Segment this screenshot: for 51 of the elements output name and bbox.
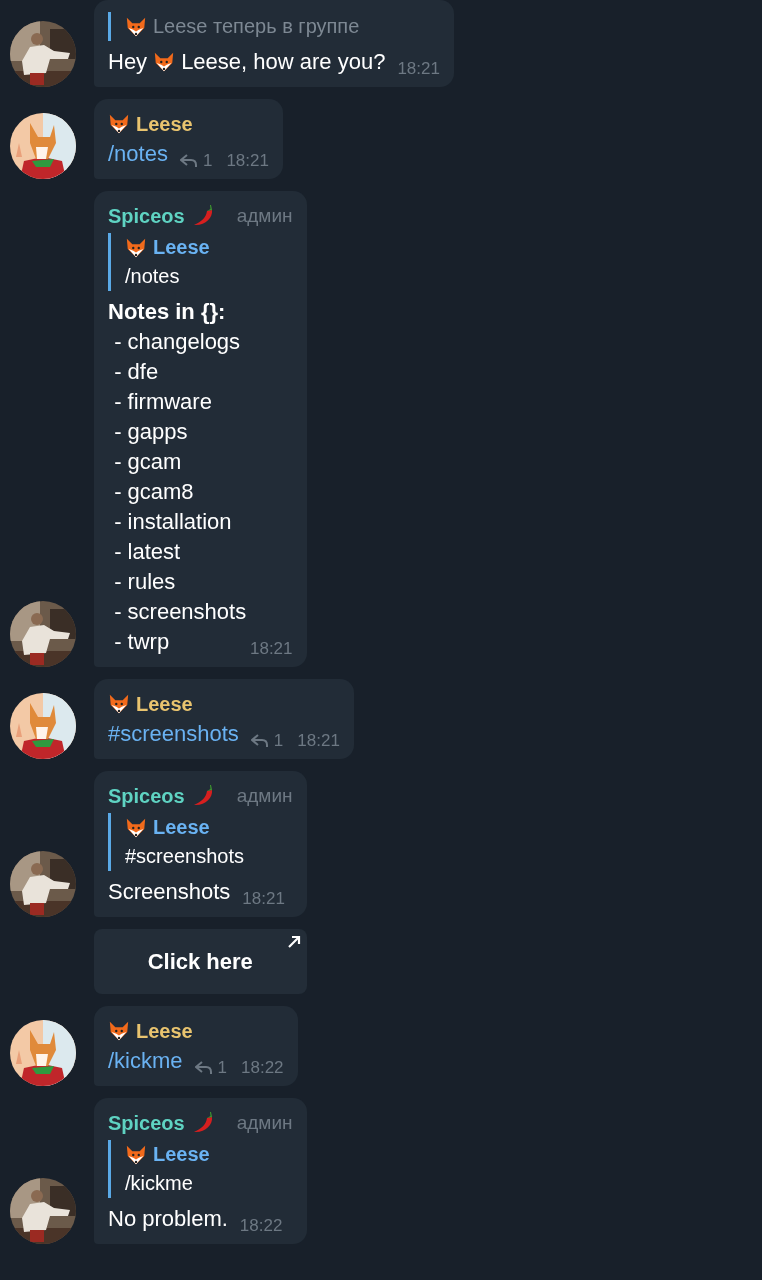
message-time: 18:21 <box>297 731 340 751</box>
sender-name[interactable]: Leese <box>136 112 193 136</box>
fox-icon <box>125 15 147 38</box>
sender-name[interactable]: Leese <box>136 1019 193 1043</box>
reply-count: 1 <box>217 1058 228 1078</box>
arrow-icon <box>286 935 301 949</box>
fox-icon <box>125 816 147 839</box>
reply-icon <box>250 734 269 748</box>
message-text: Notes in {}: - changelogs - dfe - firmware - gapps - gcam - gcam8 - installation - latest - rules - screenshots - twrp <box>108 298 247 656</box>
message-time: 18:22 <box>241 1058 284 1078</box>
message-time: 18:21 <box>250 639 293 659</box>
message-text: Hey <box>108 48 148 76</box>
quoted-sender: Leese <box>153 1142 210 1167</box>
message-time: 18:21 <box>242 889 285 909</box>
command-link[interactable]: /kickme <box>108 1046 183 1076</box>
quoted-sender: Leese <box>153 815 210 840</box>
message-text: Leese, how are you? <box>181 48 386 76</box>
reply-count: 1 <box>202 151 213 171</box>
fox-icon <box>153 51 176 73</box>
quoted-text: Leese теперь в группе <box>153 14 360 39</box>
role-label: админ <box>235 785 293 807</box>
sender-name[interactable]: Spiceos <box>108 784 185 808</box>
role-label: админ <box>235 205 293 227</box>
quoted-text: #screenshots <box>125 844 244 869</box>
message-text: No problem. <box>108 1205 228 1233</box>
command-link[interactable]: /notes <box>108 139 168 169</box>
fox-icon <box>108 693 130 715</box>
reply-quote[interactable]: Leese теперь в группе <box>108 12 440 41</box>
role-label: админ <box>235 1112 293 1134</box>
sender-name[interactable]: Spiceos <box>108 204 185 228</box>
reply-quote[interactable]: Leese /kickme <box>108 1140 293 1198</box>
reply-icon <box>179 154 198 168</box>
reply-icon <box>194 1061 213 1075</box>
sender-name[interactable]: Leese <box>136 692 193 716</box>
fox-icon <box>125 236 147 259</box>
message-text: Screenshots <box>108 878 231 906</box>
fox-icon <box>125 1143 147 1166</box>
inline-button[interactable]: Click here <box>94 929 307 994</box>
reply-quote[interactable]: Leese /notes <box>108 233 293 291</box>
fox-icon <box>108 1020 130 1042</box>
quoted-sender: Leese <box>153 235 210 260</box>
message-time: 18:21 <box>397 59 440 79</box>
command-link[interactable]: #screenshots <box>108 719 239 749</box>
quoted-text: /kickme <box>125 1171 193 1196</box>
message-time: 18:21 <box>226 151 269 171</box>
fox-icon <box>108 113 130 135</box>
reply-quote[interactable]: Leese #screenshots <box>108 813 293 871</box>
message-time: 18:22 <box>239 1216 283 1236</box>
reply-count: 1 <box>273 731 284 751</box>
quoted-text: /notes <box>125 264 180 289</box>
sender-name[interactable]: Spiceos <box>108 1111 185 1135</box>
